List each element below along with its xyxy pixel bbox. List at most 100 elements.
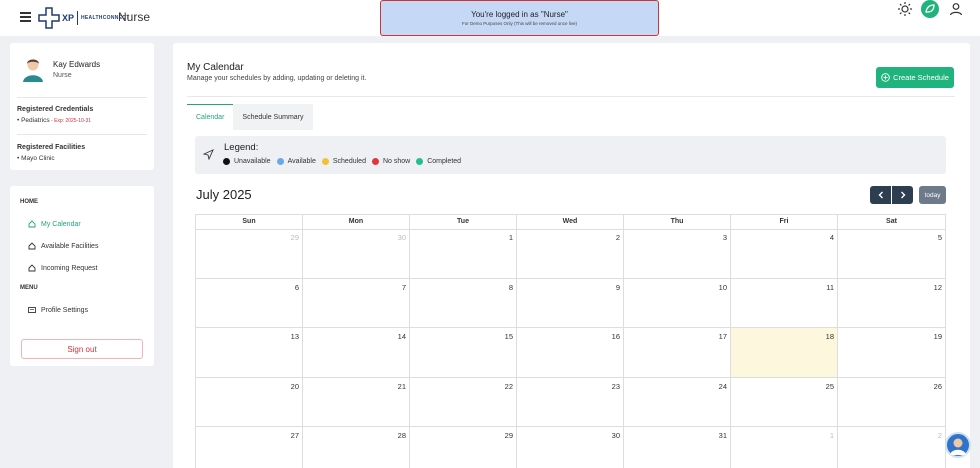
legend-dot [416, 158, 424, 165]
day-number: 28 [397, 431, 406, 440]
app-logo[interactable]: XP HEALTHCONNECT [38, 6, 130, 30]
calendar-day[interactable]: 9 [517, 278, 624, 328]
calendar-day[interactable]: 2 [517, 229, 624, 279]
calendar-day[interactable]: 30 [303, 229, 410, 279]
credential-expiry: - Exp: 2025-10-31 [49, 118, 92, 124]
main-content: My Calendar Manage your schedules by add… [173, 43, 970, 468]
day-number: 15 [504, 332, 513, 341]
day-number: 5 [937, 233, 942, 242]
day-number: 30 [611, 431, 620, 440]
divider [17, 97, 147, 98]
calendar-day[interactable]: 13 [196, 328, 303, 378]
calendar-weekday-header: Sun Mon Tue Wed Thu Fri Sat [196, 215, 945, 230]
day-number: 3 [722, 233, 727, 242]
user-account-icon[interactable] [948, 1, 964, 17]
calendar-nav: today [870, 186, 946, 204]
calendar-day[interactable]: 17 [624, 328, 731, 378]
calendar-day[interactable]: 12 [838, 279, 945, 328]
weekday-header: Fri [731, 215, 838, 230]
calendar-day[interactable]: 1 [410, 229, 517, 279]
calendar-day[interactable]: 5 [838, 229, 945, 279]
divider [187, 96, 955, 97]
tab-schedule-summary[interactable]: Schedule Summary [233, 104, 313, 130]
legend-title: Legend: [224, 142, 259, 153]
day-number: 23 [611, 381, 620, 391]
prev-month-button[interactable] [870, 186, 891, 204]
calendar-day[interactable]: 16 [517, 328, 624, 378]
calendar-day[interactable]: 22 [410, 377, 517, 427]
calendar-day[interactable]: 2 [838, 427, 945, 468]
weekday-header: Thu [624, 215, 731, 230]
calendar-day[interactable]: 14 [303, 328, 410, 378]
profile-role: Nurse [53, 72, 72, 79]
calendar-day[interactable]: 21 [303, 377, 410, 427]
sidebar-item-available-facilities[interactable]: Available Facilities [28, 242, 98, 250]
weekday-header: Tue [410, 215, 517, 230]
day-number: 17 [718, 332, 727, 341]
calendar-day[interactable]: 1 [731, 427, 838, 468]
hamburger-menu-icon[interactable] [20, 12, 31, 22]
home-icon [28, 220, 36, 228]
calendar-day[interactable]: 31 [624, 427, 731, 468]
app-role-title: Nurse [118, 10, 151, 24]
sidebar-item-incoming-request[interactable]: Incoming Request [28, 264, 97, 272]
legend-item: Available [276, 158, 316, 165]
support-avatar-icon [950, 438, 966, 455]
sidebar-item-label: Profile Settings [41, 306, 89, 314]
sidebar-item-profile-settings[interactable]: Profile Settings [28, 306, 88, 314]
legend-item: Unavailable [223, 158, 271, 165]
brand-badge-icon[interactable] [921, 0, 939, 18]
profile-name: Kay Edwards [53, 60, 101, 69]
calendar-day[interactable]: 19 [838, 328, 945, 378]
calendar-day[interactable]: 28 [303, 427, 410, 468]
day-number: 19 [933, 332, 942, 341]
calendar-day[interactable]: 30 [517, 427, 624, 468]
calendar-day[interactable]: 6 [196, 278, 303, 328]
calendar-day[interactable]: 3 [624, 229, 731, 279]
legend-item: No show [371, 158, 410, 165]
sidebar-item-label: Available Facilities [41, 242, 99, 250]
calendar-day[interactable]: 7 [303, 278, 410, 328]
legend-panel: Legend: Unavailable Available Scheduled No … [195, 136, 946, 174]
banner-subtitle: For Demo Purposes Only (This will be rem… [461, 21, 578, 26]
calendar-day[interactable]: 11 [731, 278, 838, 328]
calendar-day[interactable]: 23 [517, 377, 624, 427]
day-number: 29 [290, 233, 299, 242]
calendar-day[interactable]: 26 [838, 378, 945, 427]
next-month-button[interactable] [892, 186, 913, 204]
nav-section-menu: MENU [20, 285, 38, 291]
calendar-day[interactable]: 29 [410, 427, 517, 468]
divider [17, 134, 147, 135]
sidebar-item-my-calendar[interactable]: My Calendar [28, 220, 81, 228]
legend-dot [371, 158, 379, 165]
calendar-day[interactable]: 24 [624, 377, 731, 427]
day-number: 26 [933, 381, 942, 391]
facilities-title: Registered Facilities [17, 144, 86, 151]
day-number: 6 [294, 282, 299, 292]
calendar-day[interactable]: 4 [731, 229, 838, 279]
today-button[interactable]: today [919, 186, 946, 204]
id-card-icon [28, 307, 36, 313]
sign-out-button[interactable]: Sign out [21, 339, 143, 359]
calendar-day[interactable]: 25 [731, 377, 838, 427]
day-number: 31 [718, 431, 727, 440]
support-chat-button[interactable] [945, 432, 971, 458]
legend-label: Unavailable [234, 158, 271, 165]
legend-label: Completed [427, 158, 462, 165]
calendar-day[interactable]: 29 [196, 229, 303, 279]
create-schedule-button[interactable]: Create Schedule [876, 67, 954, 88]
theme-toggle-icon[interactable] [897, 1, 913, 17]
tab-calendar[interactable]: Calendar [187, 104, 234, 130]
calendar-day[interactable]: 27 [196, 427, 303, 468]
credential-name: • Pediatrics [17, 117, 50, 124]
calendar-day[interactable]: 15 [410, 328, 517, 378]
legend-items: Unavailable Available Scheduled No show Comp… [223, 158, 467, 165]
day-number: 1 [829, 431, 834, 440]
calendar-days: 29 30 1 2 3 4 5 6 7 8 9 10 11 12 13 14 15 16 17 18 19 20 21 22 2… [196, 229, 945, 468]
avatar [23, 59, 43, 82]
calendar-day-today[interactable]: 18 [731, 328, 838, 378]
calendar-day[interactable]: 20 [196, 377, 303, 427]
demo-login-banner: You're logged in as "Nurse" For Demo Pur… [380, 0, 659, 36]
calendar-day[interactable]: 10 [624, 278, 731, 328]
calendar-day[interactable]: 8 [410, 278, 517, 328]
